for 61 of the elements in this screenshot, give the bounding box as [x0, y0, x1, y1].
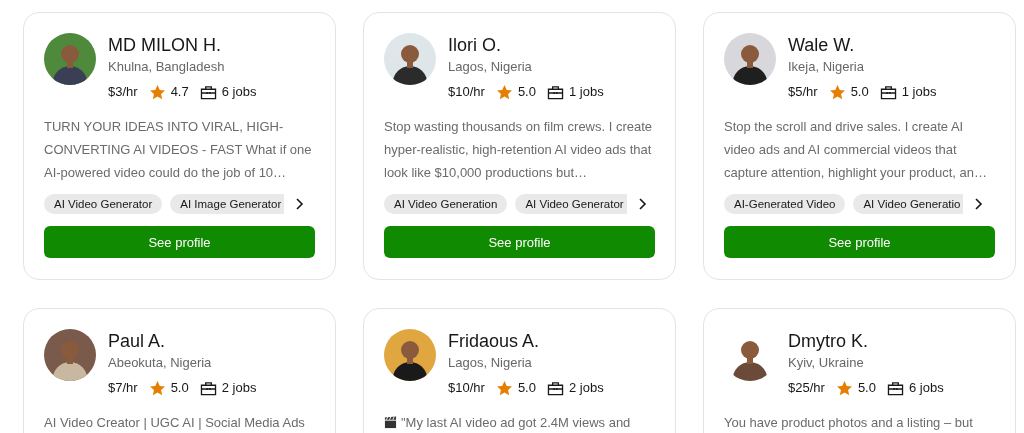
hourly-rate: $3/hr — [108, 83, 138, 101]
star-icon — [495, 83, 513, 101]
hourly-rate: $10/hr — [448, 83, 485, 101]
clapperboard-icon — [384, 416, 397, 429]
hourly-rate: $10/hr — [448, 379, 485, 397]
freelancer-name: Ilori O. — [448, 34, 502, 56]
skill-tag[interactable]: AI-Generated Video — [724, 194, 846, 214]
see-profile-button[interactable]: See profile — [44, 226, 315, 258]
briefcase-icon — [199, 84, 217, 100]
skill-tag[interactable]: AI Video Generatio — [853, 194, 964, 214]
chevron-right-icon[interactable] — [294, 198, 305, 210]
profile-description: You have product photos and a listing – but — [724, 414, 974, 432]
rating: 5.0 — [857, 379, 876, 397]
briefcase-icon — [546, 84, 564, 100]
jobs-count: 6 jobs — [221, 83, 257, 101]
profile-description: Stop wasting thousands on film crews. I create hyper-realistic, high-retention AI video ads that look like $10,000 productions but… — [384, 118, 654, 182]
hourly-rate: $25/hr — [788, 379, 825, 397]
jobs-count: 2 jobs — [221, 379, 257, 397]
profile-description: "My last AI video ad got 2.4M views and — [401, 415, 631, 430]
star-icon — [828, 83, 846, 101]
freelancer-name: Dmytro K. — [788, 330, 869, 352]
chevron-right-icon[interactable] — [973, 198, 984, 210]
location: Kyiv, Ukraine — [788, 354, 865, 372]
rating: 5.0 — [517, 83, 536, 101]
location: Ikeja, Nigeria — [788, 58, 865, 76]
profile-description: TURN YOUR IDEAS INTO VIRAL, HIGH-CONVERTING AI VIDEOS - FAST What if one AI-powered video could do the job of 10… — [44, 118, 313, 182]
briefcase-icon — [886, 380, 904, 396]
location: Khulna, Bangladesh — [108, 58, 226, 76]
briefcase-icon — [199, 380, 217, 396]
freelancer-name: Paul A. — [108, 330, 167, 352]
freelancer-name: Fridaous A. — [448, 330, 541, 352]
skill-tag[interactable]: AI Video Generation — [384, 194, 508, 214]
star-icon — [148, 83, 166, 101]
hourly-rate: $7/hr — [108, 379, 138, 397]
jobs-count: 1 jobs — [568, 83, 604, 101]
rating: 4.7 — [170, 83, 189, 101]
rating: 5.0 — [170, 379, 189, 397]
profile-description: Stop the scroll and drive sales. I create AI video ads and AI commercial videos that capture attention, highlight your product, an… — [724, 118, 989, 182]
see-profile-button[interactable]: See profile — [724, 226, 995, 258]
jobs-count: 6 jobs — [908, 379, 944, 397]
chevron-right-icon[interactable] — [636, 198, 647, 210]
skill-tag[interactable]: AI Video Generator — [44, 194, 163, 214]
star-icon — [835, 379, 853, 397]
location: Lagos, Nigeria — [448, 354, 533, 372]
rating: 5.0 — [517, 379, 536, 397]
skill-tag[interactable]: AI Image Generator — [170, 194, 285, 214]
freelancer-name: MD MILON H. — [108, 34, 222, 56]
see-profile-button[interactable]: See profile — [384, 226, 655, 258]
briefcase-icon — [879, 84, 897, 100]
jobs-count: 1 jobs — [901, 83, 937, 101]
star-icon — [148, 379, 166, 397]
jobs-count: 2 jobs — [568, 379, 604, 397]
star-icon — [495, 379, 513, 397]
hourly-rate: $5/hr — [788, 83, 818, 101]
freelancer-name: Wale W. — [788, 34, 856, 56]
skill-tag[interactable]: AI Video Generator — [515, 194, 627, 214]
location: Lagos, Nigeria — [448, 58, 533, 76]
profile-description: AI Video Creator | UGC AI | Social Media Ads — [44, 414, 306, 432]
briefcase-icon — [546, 380, 564, 396]
rating: 5.0 — [850, 83, 869, 101]
location: Abeokuta, Nigeria — [108, 354, 213, 372]
